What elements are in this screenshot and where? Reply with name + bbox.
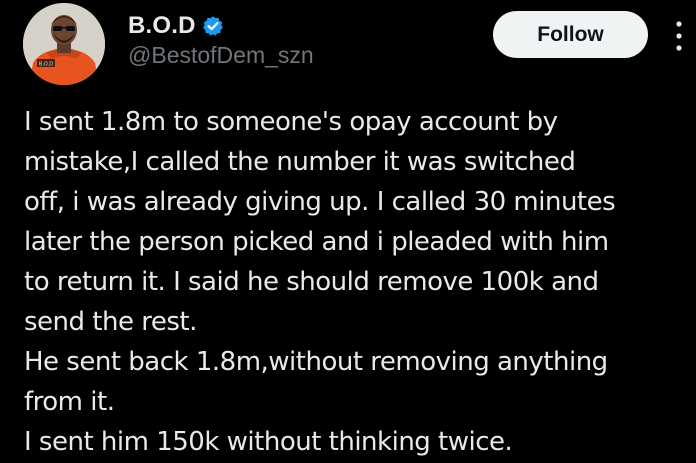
tweet-text-line: He sent back 1.8m,without removing anyth… — [24, 347, 608, 377]
tweet-text-line: mistake,I called the number it was switc… — [24, 147, 576, 177]
author-display-name[interactable]: B.O.D — [128, 12, 196, 40]
tweet-text-line: I sent 1.8m to someone's opay account by — [24, 107, 558, 137]
follow-button[interactable]: Follow — [493, 11, 648, 58]
tweet-text-line: later the person picked and i pleaded wi… — [24, 227, 609, 257]
verified-badge-icon[interactable] — [202, 15, 224, 37]
avatar-shirt-text: B.O.D — [39, 62, 53, 68]
tweet-text-line: off, i was already giving up. I called 3… — [24, 187, 616, 217]
avatar-image: B.O.D — [23, 3, 105, 85]
tweet-text: I sent 1.8m to someone's opay account by… — [24, 102, 692, 462]
more-options-icon[interactable] — [672, 18, 686, 54]
tweet-text-line: send the rest. — [24, 307, 197, 337]
tweet-text-line: to return it. I said he should remove 10… — [24, 267, 599, 297]
tweet-text-line: I sent him 150k without thinking twice. — [24, 427, 513, 457]
tweet-text-line: from it. — [24, 387, 115, 417]
avatar[interactable]: B.O.D — [23, 3, 105, 85]
author-name-row: B.O.D — [128, 10, 224, 42]
author-handle[interactable]: @BestofDem_szn — [128, 42, 314, 69]
